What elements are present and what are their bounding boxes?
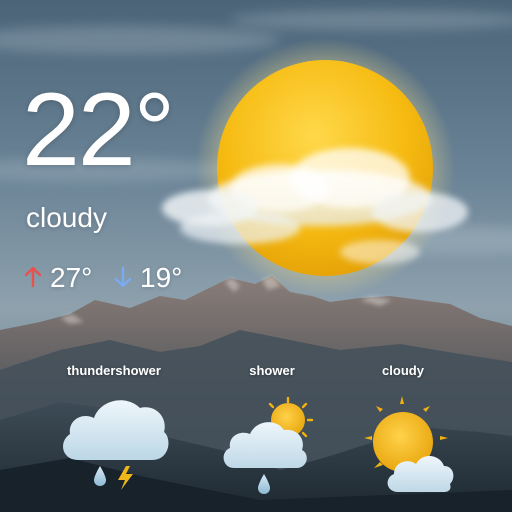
high-temperature: 27° <box>50 262 93 293</box>
current-condition: cloudy <box>26 202 107 233</box>
forecast-label-cloudy: cloudy <box>382 363 424 378</box>
cloudy-sun-icon <box>364 396 454 492</box>
low-temperature: 19° <box>140 262 183 293</box>
shower-icon <box>223 396 314 494</box>
arrow-up-icon <box>24 266 42 288</box>
current-temperature: 22° <box>22 72 175 188</box>
arrow-down-icon <box>114 266 132 288</box>
forecast-label-thundershower: thundershower <box>67 363 161 378</box>
forecast-label-shower: shower <box>249 363 295 378</box>
thundershower-icon <box>63 400 169 490</box>
partly-cloudy-sun-icon <box>162 38 468 298</box>
